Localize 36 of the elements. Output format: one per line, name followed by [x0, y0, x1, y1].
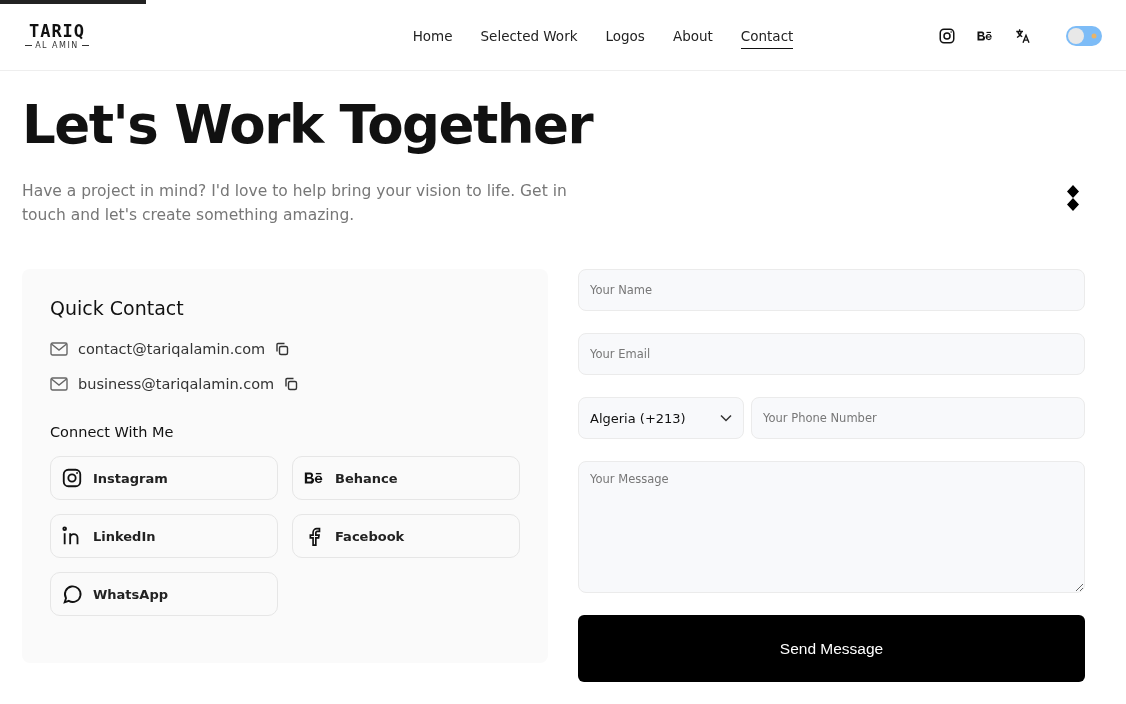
- logo[interactable]: TARIQ: [28, 22, 86, 40]
- social-link[interactable]: LinkedIn: [50, 514, 278, 558]
- copy-icon[interactable]: [275, 342, 290, 356]
- instagram-icon: [938, 27, 956, 45]
- translate-icon: [1014, 27, 1032, 45]
- nav-link[interactable]: Logos: [605, 23, 645, 49]
- name-field[interactable]: Your Name: [578, 269, 1085, 311]
- sun-icon: [1090, 32, 1098, 40]
- card-title: Quick Contact: [50, 297, 185, 319]
- theme-toggle[interactable]: [1066, 26, 1102, 46]
- mail-icon: [50, 342, 68, 356]
- email-address: business@tariqalamin.com: [78, 376, 275, 392]
- email-field[interactable]: Your Email: [578, 333, 1085, 375]
- social-link[interactable]: Instagram: [50, 456, 278, 500]
- chat-bubble-icon: [61, 583, 83, 605]
- section-heading: Connect With Me: [50, 424, 175, 440]
- social-link[interactable]: Facebook: [292, 514, 520, 558]
- nav-link[interactable]: Selected Work: [480, 23, 578, 49]
- email-address: contact@tariqalamin.com: [78, 341, 266, 357]
- subtitle: Have a project in mind? I'd love to help bring your vision to life. Get in touch and let's create something amazing.: [22, 181, 568, 226]
- mail-icon: [50, 377, 68, 391]
- social-link[interactable]: Behance: [292, 456, 520, 500]
- phone-field[interactable]: Your Phone Number: [751, 397, 1085, 439]
- chevron-down-icon: [720, 414, 732, 422]
- nav-link[interactable]: Contact: [740, 23, 794, 49]
- logo-subtitle: AL AMIN: [35, 41, 79, 50]
- instagram-icon: [61, 467, 83, 489]
- social-link[interactable]: WhatsApp: [50, 572, 278, 616]
- copy-icon[interactable]: [284, 377, 299, 391]
- nav-link[interactable]: Home: [412, 23, 453, 49]
- page-title: Let's Work Together: [22, 93, 595, 157]
- diamond-icon: [1066, 185, 1080, 211]
- country-select[interactable]: Algeria (+213): [578, 397, 744, 439]
- nav-link[interactable]: About: [672, 23, 713, 49]
- send-button[interactable]: Send Message: [578, 615, 1085, 682]
- message-field[interactable]: Your Message: [578, 461, 1085, 593]
